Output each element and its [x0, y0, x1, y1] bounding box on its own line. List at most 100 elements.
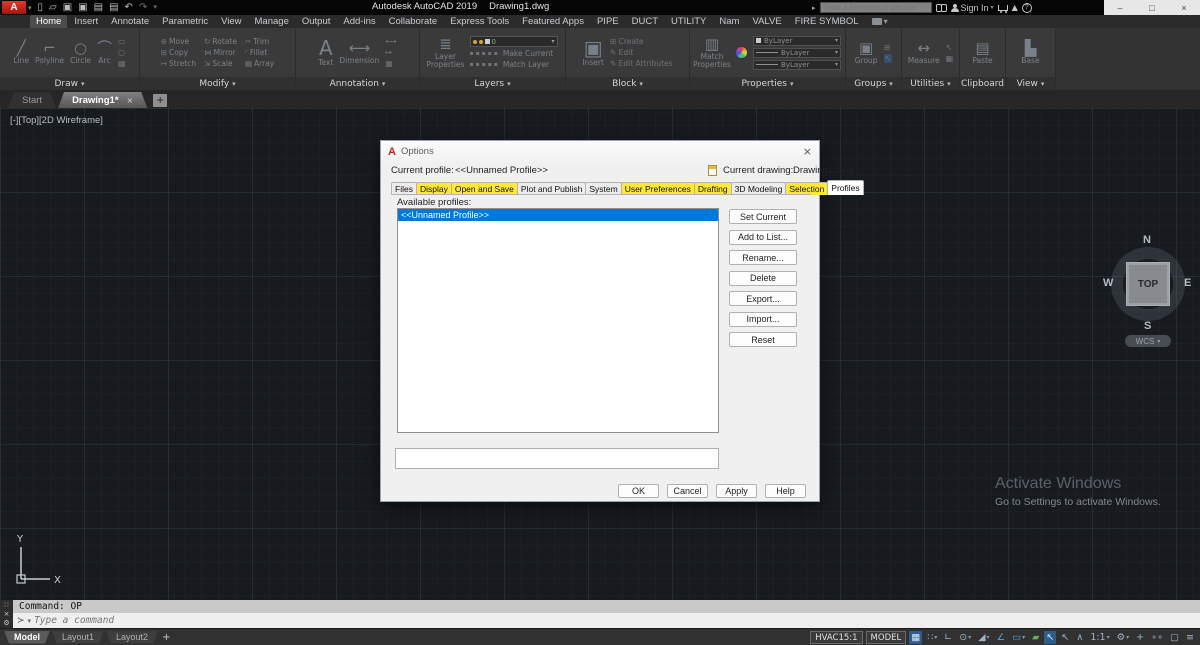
app-logo-icon[interactable]: A	[2, 1, 26, 14]
recent-commands-caret-icon[interactable]: ▾	[28, 617, 32, 625]
status-menu-icon[interactable]: ≡	[1184, 631, 1196, 644]
save-as-icon[interactable]: ▣	[78, 1, 87, 14]
lineweight-dropdown[interactable]: ByLayer▾	[753, 60, 841, 70]
print-icon[interactable]: ▤	[109, 1, 118, 14]
ribbon-tab-view[interactable]: View	[215, 15, 247, 28]
profile-list[interactable]: <<Unnamed Profile>>	[397, 208, 719, 433]
minimize-button[interactable]: –	[1104, 0, 1136, 15]
annotation-extra-tools[interactable]: ⟷ ↦ ▦	[385, 37, 396, 68]
annotation-monitor-icon[interactable]: ↖	[1059, 631, 1071, 644]
crosshair-plus-icon[interactable]: +	[1134, 631, 1146, 644]
app-menu-caret-icon[interactable]: ▾	[28, 4, 32, 12]
annotation-scale-list[interactable]: 1:1▾	[1088, 631, 1111, 644]
viewcube-north[interactable]: N	[1143, 234, 1151, 246]
linetype-dropdown[interactable]: ByLayer▾	[753, 48, 841, 58]
new-file-icon[interactable]: ▯	[38, 1, 44, 14]
ribbon-tab-fire-symbol[interactable]: FIRE SYMBOL	[789, 15, 865, 28]
model-tab[interactable]: Model	[4, 631, 50, 644]
panel-label-annotation[interactable]: Annotation▾	[296, 77, 419, 90]
search-input[interactable]	[820, 2, 932, 13]
store-cart-icon[interactable]	[998, 5, 1008, 11]
ribbon-tab-valve[interactable]: VALVE	[746, 15, 787, 28]
layout2-tab[interactable]: Layout2	[106, 631, 158, 644]
qat-customize-caret-icon[interactable]: ▾	[153, 1, 157, 14]
plot-icon[interactable]: ▤	[94, 1, 103, 14]
ribbon-tab-collaborate[interactable]: Collaborate	[383, 15, 444, 28]
clean-screen-icon[interactable]: ▢	[1168, 631, 1181, 644]
export-button[interactable]: Export...	[729, 291, 797, 306]
polar-tracking-icon[interactable]: ⊙▾	[957, 631, 973, 644]
panel-label-utilities[interactable]: Utilities▾	[902, 77, 959, 90]
make-current-tool[interactable]: ▪▪▪▪▪Make Current	[470, 49, 558, 58]
viewport-controls-label[interactable]: [-][Top][2D Wireframe]	[10, 115, 103, 126]
add-to-list-button[interactable]: Add to List...	[729, 230, 797, 245]
viewcube-east[interactable]: E	[1184, 277, 1191, 289]
options-tab-plot-and-publish[interactable]: Plot and Publish	[517, 182, 586, 195]
autotrack-icon[interactable]: ∧	[1074, 631, 1085, 644]
line-tool[interactable]: ╱Line	[13, 40, 29, 65]
match-properties-tool[interactable]: ▥ Match Properties	[694, 36, 730, 69]
sign-in-button[interactable]: Sign In ▾	[951, 3, 994, 13]
dialog-close-icon[interactable]: ×	[803, 145, 812, 158]
panel-label-clipboard[interactable]: Clipboard	[960, 77, 1005, 90]
customization-gear-icon[interactable]: ⚙▾	[1115, 631, 1132, 644]
file-tab-drawing1[interactable]: Drawing1* ×	[58, 92, 147, 108]
command-close-icon[interactable]: ×	[4, 610, 10, 619]
ortho-toggle-icon[interactable]: ∟	[942, 631, 954, 644]
arc-tool[interactable]: ⌒Arc	[97, 40, 112, 65]
command-input[interactable]	[34, 615, 1200, 626]
ribbon-display-mode-button[interactable]: ▾	[872, 17, 888, 26]
panel-label-modify[interactable]: Modify▾	[140, 77, 295, 90]
apply-button[interactable]: Apply	[716, 484, 757, 498]
match-layer-tool[interactable]: ▪▪▪▪▪Match Layer	[470, 60, 558, 69]
layer-dropdown[interactable]: 0 ▾	[470, 36, 558, 47]
ungroup-icon[interactable]: ⊞	[884, 43, 893, 52]
dimension-tool[interactable]: ⟷Dimension	[339, 40, 379, 65]
draw-extra-tools[interactable]: ▭ ○ ▦	[118, 37, 126, 68]
file-tab-start[interactable]: Start	[8, 92, 56, 108]
ribbon-tab-nam[interactable]: Nam	[713, 15, 745, 28]
isodraft-icon[interactable]: ◢▾	[976, 631, 991, 644]
ribbon-tab-express-tools[interactable]: Express Tools	[444, 15, 515, 28]
polyline-tool[interactable]: ⌐Polyline	[35, 40, 64, 65]
workspace-switching-icon[interactable]: ▰	[1030, 631, 1041, 644]
command-grip-icon[interactable]: ∷	[4, 601, 8, 610]
options-tab-open-and-save[interactable]: Open and Save	[451, 182, 518, 195]
ribbon-tab-utility[interactable]: UTILITY	[665, 15, 712, 28]
circle-tool[interactable]: ○Circle	[70, 40, 91, 65]
options-tab-selection[interactable]: Selection	[785, 182, 828, 195]
import-button[interactable]: Import...	[729, 312, 797, 327]
search-icon[interactable]	[936, 4, 947, 11]
hvac-scale-button[interactable]: HVAC15:1	[810, 631, 862, 644]
modify-tools[interactable]: ⊕Move ↻Rotate ✂Trim ⊞Copy ⋈Mirror ◜Fille…	[161, 37, 275, 68]
calculator-icon[interactable]: ▦	[946, 54, 954, 63]
viewcube-top-face[interactable]: TOP	[1126, 262, 1170, 306]
block-extra-tools[interactable]: ⊞ Create ✎ Edit ✎ Edit Attributes	[610, 37, 673, 68]
grid-toggle-icon[interactable]: ▦	[909, 631, 922, 644]
command-wrench-icon[interactable]: ⚙	[3, 619, 9, 628]
ribbon-tab-output[interactable]: Output	[296, 15, 337, 28]
rename-button[interactable]: Rename...	[729, 250, 797, 265]
panel-label-groups[interactable]: Groups▾	[846, 77, 901, 90]
group-tool[interactable]: ▣Group	[855, 40, 878, 65]
help-button[interactable]: Help	[765, 484, 806, 498]
set-current-button[interactable]: Set Current	[729, 209, 797, 224]
measure-tool[interactable]: ↔Measure	[908, 40, 940, 65]
panel-label-layers[interactable]: Layers▾	[420, 77, 565, 90]
cancel-button[interactable]: Cancel	[667, 484, 708, 498]
object-color-dropdown[interactable]: ByLayer▾	[753, 36, 841, 46]
panel-label-view[interactable]: View▾	[1006, 77, 1055, 90]
ribbon-tab-duct[interactable]: DUCT	[626, 15, 664, 28]
snap-toggle-icon[interactable]: ∷▾	[925, 631, 939, 644]
ribbon-tab-parametric[interactable]: Parametric	[156, 15, 214, 28]
open-file-icon[interactable]: ▱	[49, 1, 57, 14]
annotation-scale-icon[interactable]: ▭▾	[1010, 631, 1027, 644]
object-snap-icon[interactable]: ↖	[1044, 631, 1056, 644]
isolate-objects-icon[interactable]: ∘∘	[1149, 631, 1165, 644]
ribbon-tab-insert[interactable]: Insert	[68, 15, 104, 28]
ribbon-tab-home[interactable]: Home	[30, 15, 67, 28]
ribbon-tab-featured-apps[interactable]: Featured Apps	[516, 15, 590, 28]
viewcube-west[interactable]: W	[1103, 277, 1113, 289]
options-tab-user-preferences[interactable]: User Preferences	[621, 182, 695, 195]
ribbon-tab-add-ins[interactable]: Add-ins	[337, 15, 381, 28]
